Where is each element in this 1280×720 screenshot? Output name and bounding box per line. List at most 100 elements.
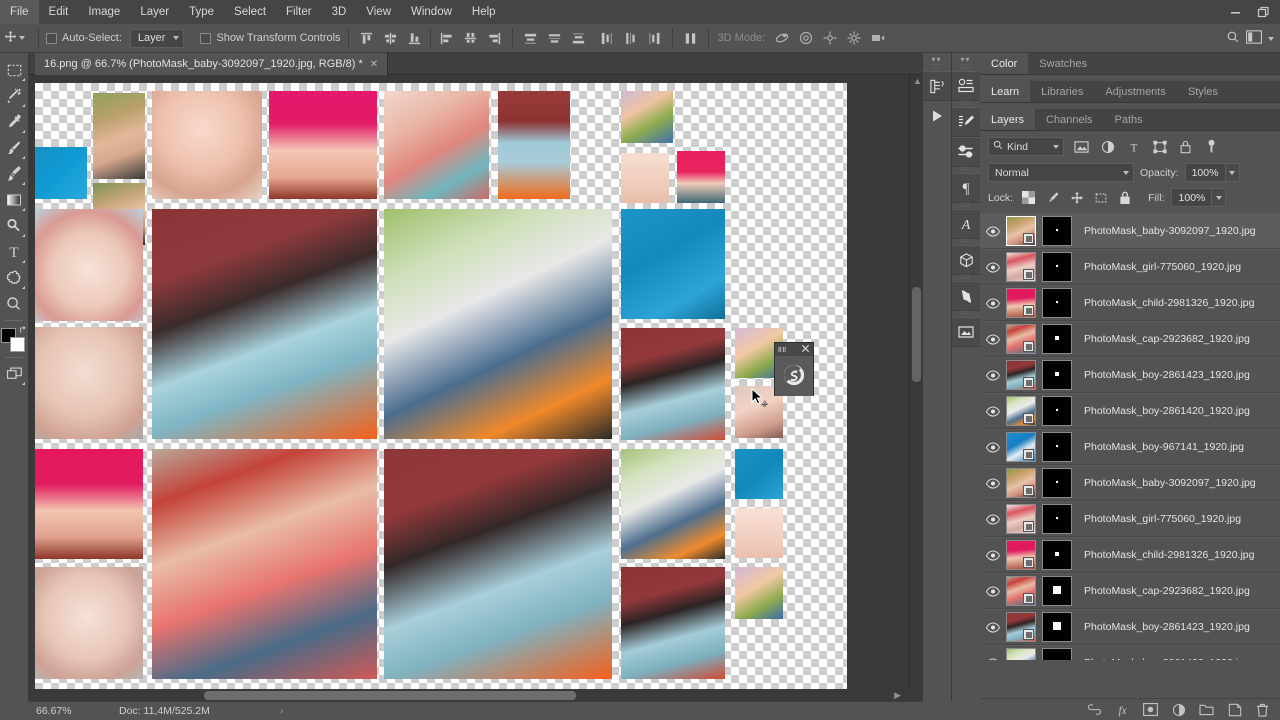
layer-thumbnail[interactable] (1006, 576, 1036, 606)
auto-select-scope-select[interactable]: Layer (129, 28, 185, 48)
layer-thumbnail[interactable] (1006, 540, 1036, 570)
distribute-left-edges-icon[interactable] (596, 28, 617, 49)
layers-list[interactable]: PhotoMask_baby-3092097_1920.jpg PhotoMask… (980, 213, 1280, 660)
menu-item-select[interactable]: Select (224, 0, 276, 24)
opacity-stepper[interactable]: 100% (1184, 163, 1240, 182)
paragraph-icon[interactable]: ¶ (952, 173, 980, 203)
tab-learn[interactable]: Learn (980, 81, 1031, 102)
menu-item-view[interactable]: View (356, 0, 401, 24)
layer-visibility-eye-icon[interactable] (980, 549, 1006, 561)
align-horizontal-centers-icon[interactable] (460, 28, 481, 49)
layer-visibility-eye-icon[interactable] (980, 657, 1006, 660)
menu-item-help[interactable]: Help (462, 0, 506, 24)
layer-row[interactable]: PhotoMask_child-2981326_1920.jpg (980, 537, 1280, 573)
layer-visibility-eye-icon[interactable] (980, 297, 1006, 309)
layer-row[interactable]: PhotoMask_cap-2923682_1920.jpg (980, 573, 1280, 609)
gradient-tool[interactable] (1, 187, 27, 213)
lock-transparent-pixels-icon[interactable] (1020, 189, 1037, 206)
align-top-edges-icon[interactable] (356, 28, 377, 49)
align-bottom-edges-icon[interactable] (404, 28, 425, 49)
distribute-vertical-centers-icon[interactable] (544, 28, 565, 49)
layer-mask-thumbnail[interactable] (1042, 576, 1072, 606)
tab-styles[interactable]: Styles (1177, 81, 1229, 102)
scroll-up-arrow-icon[interactable]: ▲ (913, 76, 922, 86)
layer-visibility-eye-icon[interactable] (980, 225, 1006, 237)
layer-mask-thumbnail[interactable] (1042, 432, 1072, 462)
magic-wand-tool[interactable] (1, 83, 27, 109)
tab-layers[interactable]: Layers (980, 109, 1036, 130)
floating-panel-body[interactable] (775, 356, 813, 396)
lock-image-pixels-icon[interactable] (1044, 189, 1061, 206)
layer-thumbnail[interactable] (1006, 648, 1036, 660)
layer-visibility-eye-icon[interactable] (980, 477, 1006, 489)
character-icon[interactable]: A (952, 209, 980, 239)
close-icon[interactable]: ✕ (370, 59, 378, 70)
distribute-right-edges-icon[interactable] (644, 28, 665, 49)
menu-item-edit[interactable]: Edit (39, 0, 79, 24)
filter-shape-icon[interactable] (1151, 138, 1168, 155)
chevron-right-icon[interactable]: › (280, 705, 284, 717)
slide-3d-icon[interactable] (843, 28, 864, 49)
layer-thumbnail[interactable] (1006, 504, 1036, 534)
align-vertical-centers-icon[interactable] (380, 28, 401, 49)
layer-visibility-eye-icon[interactable] (980, 261, 1006, 273)
canvas-horizontal-scrollbar[interactable]: ▶ (29, 689, 909, 701)
filter-toggle-icon[interactable] (1203, 138, 1220, 155)
tab-color[interactable]: Color (980, 53, 1029, 74)
chevron-down-icon[interactable] (1268, 36, 1274, 41)
layer-mask-thumbnail[interactable] (1042, 648, 1072, 660)
layer-row[interactable]: PhotoMask_boy-2861423_1920.jpg (980, 357, 1280, 393)
close-icon[interactable] (801, 344, 810, 356)
layer-thumbnail[interactable] (1006, 468, 1036, 498)
photomask-floating-panel[interactable] (774, 342, 814, 396)
custom-shape-tool[interactable] (1, 265, 27, 291)
layer-row[interactable]: PhotoMask_baby-3092097_1920.jpg (980, 213, 1280, 249)
layer-row[interactable]: PhotoMask_boy-2861420_1920.jpg (980, 645, 1280, 660)
canvas-horizontal-scroll-thumb[interactable] (204, 691, 576, 700)
filter-adjustment-icon[interactable] (1099, 138, 1116, 155)
canvas-vertical-scrollbar[interactable]: ▲ (909, 75, 922, 687)
layer-mask-thumbnail[interactable] (1042, 396, 1072, 426)
layer-visibility-eye-icon[interactable] (980, 441, 1006, 453)
layer-mask-thumbnail[interactable] (1042, 324, 1072, 354)
lock-position-icon[interactable] (1068, 189, 1085, 206)
collapse-icon[interactable] (778, 344, 787, 356)
tab-channels[interactable]: Channels (1035, 109, 1103, 130)
layer-style-fx-icon[interactable]: fx (1115, 702, 1130, 717)
menu-item-3d[interactable]: 3D (322, 0, 357, 24)
screen-mode-icon[interactable] (1, 361, 27, 387)
swap-colors-icon[interactable] (19, 325, 29, 338)
filter-type-icon[interactable]: T (1125, 138, 1142, 155)
distribute-bottom-edges-icon[interactable] (568, 28, 589, 49)
layer-visibility-eye-icon[interactable] (980, 621, 1006, 633)
new-group-icon[interactable] (1199, 702, 1214, 717)
minimize-icon[interactable] (1222, 2, 1248, 22)
layer-row[interactable]: PhotoMask_girl-775060_1920.jpg (980, 249, 1280, 285)
layer-mask-thumbnail[interactable] (1042, 216, 1072, 246)
layer-mask-thumbnail[interactable] (1042, 468, 1072, 498)
tab-adjustments[interactable]: Adjustments (1094, 81, 1177, 102)
layer-thumbnail[interactable] (1006, 324, 1036, 354)
opacity-chevron-icon[interactable] (1224, 163, 1240, 182)
layer-thumbnail[interactable] (1006, 612, 1036, 642)
eyedropper-tool[interactable] (1, 109, 27, 135)
document-size[interactable]: Doc: 11,4M/525.2M (99, 705, 210, 717)
properties-icon[interactable] (952, 71, 980, 101)
canvas-viewport[interactable] (29, 75, 922, 701)
history-icon[interactable] (923, 71, 951, 101)
lock-all-icon[interactable] (1116, 189, 1133, 206)
auto-select-checkbox[interactable] (46, 32, 57, 44)
zoom-tool[interactable] (1, 291, 27, 317)
show-transform-controls-checkbox[interactable] (200, 32, 212, 44)
menu-item-image[interactable]: Image (78, 0, 130, 24)
layer-visibility-eye-icon[interactable] (980, 333, 1006, 345)
lock-artboard-nesting-icon[interactable] (1092, 189, 1109, 206)
menu-item-file[interactable]: File (0, 0, 39, 24)
menu-item-filter[interactable]: Filter (276, 0, 322, 24)
tool-preset-picker[interactable] (2, 30, 31, 46)
menu-item-type[interactable]: Type (179, 0, 224, 24)
fill-value[interactable]: 100% (1171, 188, 1212, 207)
brush-settings-icon[interactable] (952, 107, 980, 137)
tab-paths[interactable]: Paths (1104, 109, 1154, 130)
layer-visibility-eye-icon[interactable] (980, 585, 1006, 597)
